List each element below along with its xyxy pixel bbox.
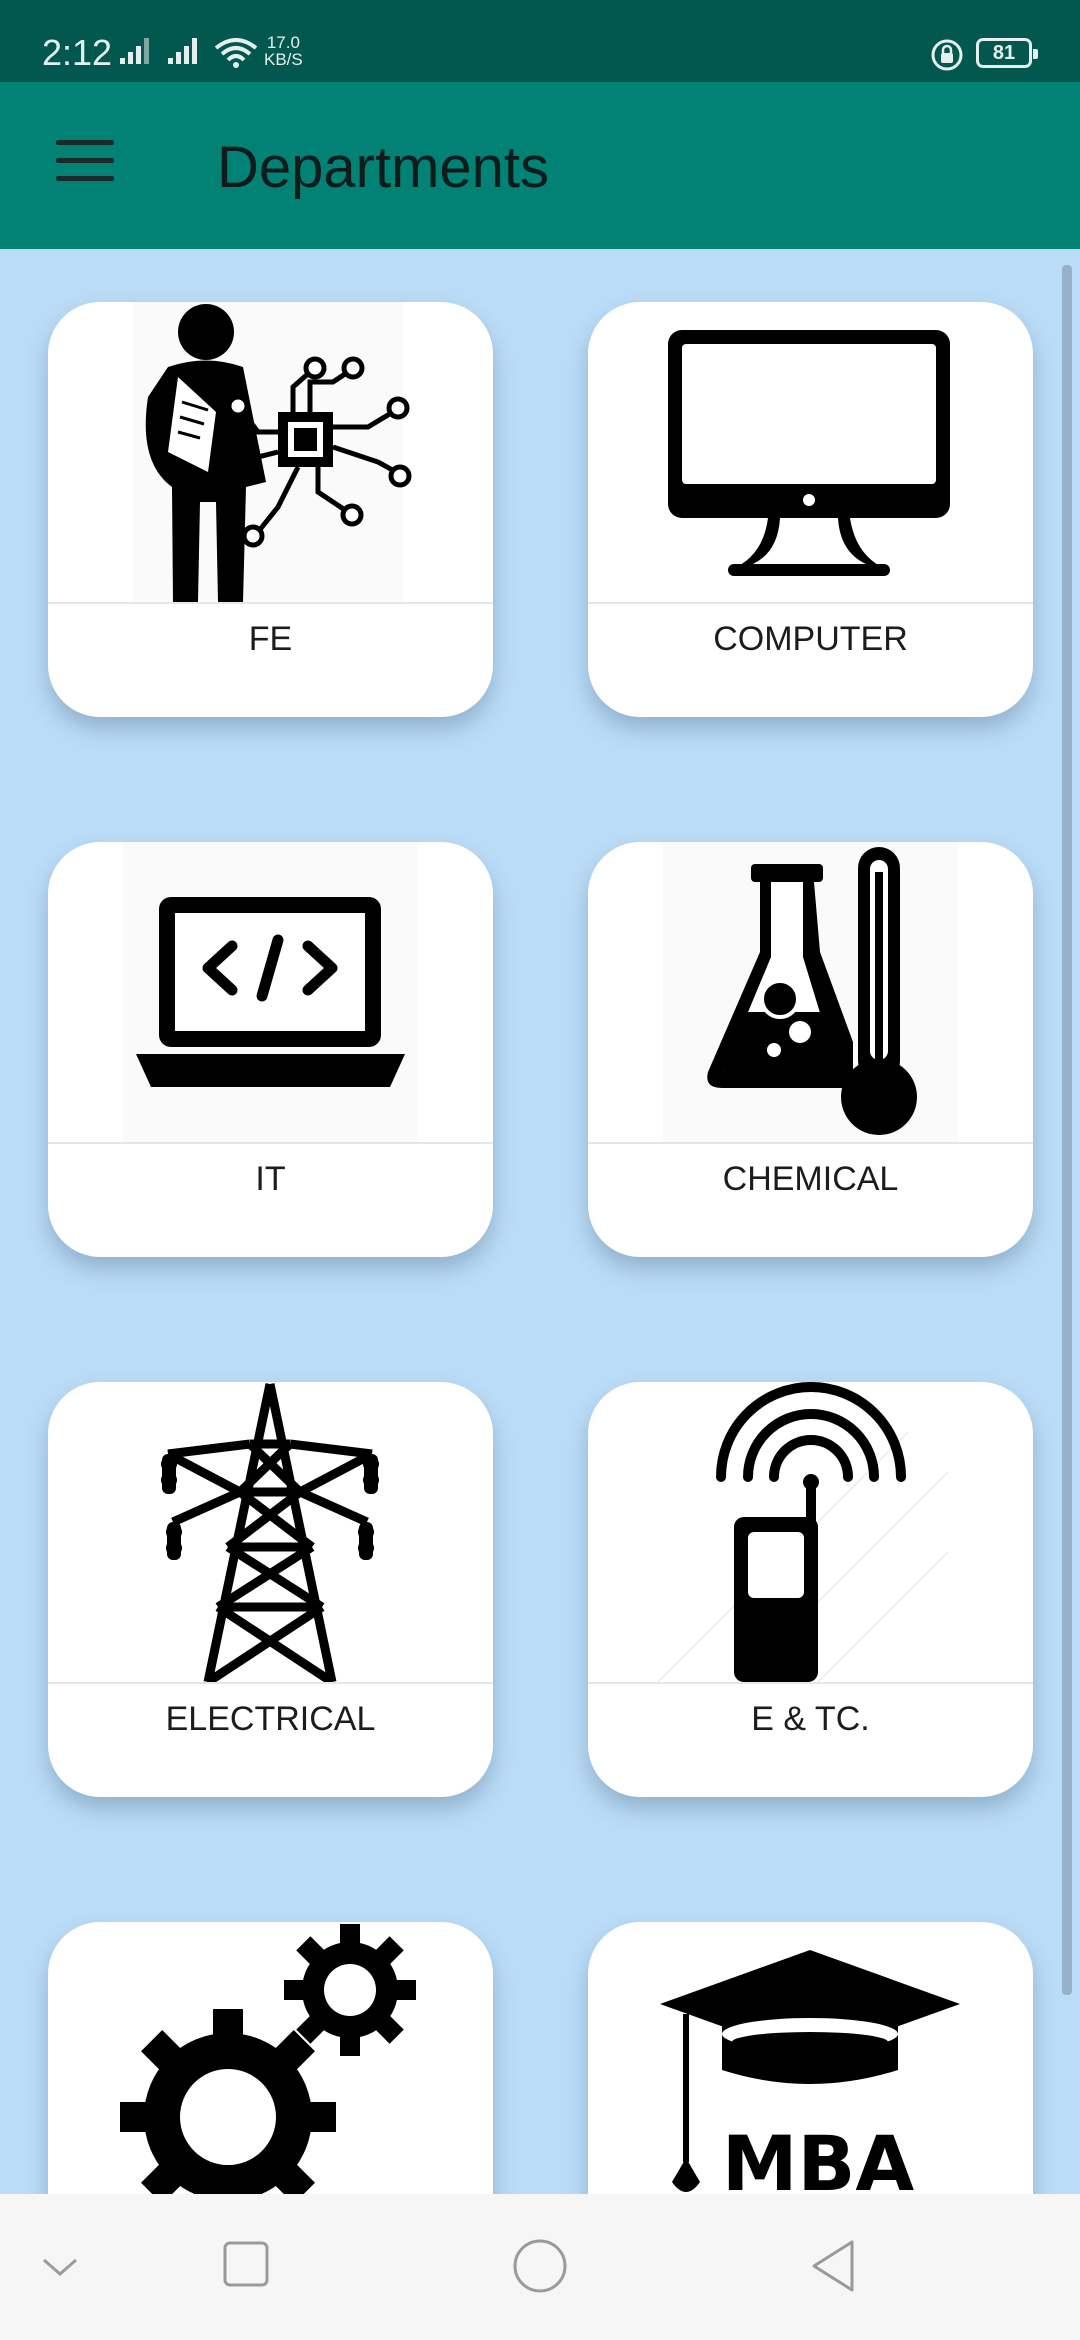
system-nav-bar: [0, 2194, 1080, 2340]
hide-nav-icon[interactable]: [40, 2252, 80, 2282]
department-label: COMPUTER: [713, 620, 908, 658]
laptop-code-icon: [123, 842, 418, 1142]
flask-thermometer-icon: [663, 842, 958, 1142]
mba-logo-text: MBA: [722, 2119, 915, 2194]
department-card-fe[interactable]: FE: [48, 302, 493, 717]
gears-icon: [120, 1924, 416, 2194]
department-label: ELECTRICAL: [165, 1700, 376, 1738]
app-bar: Departments: [0, 82, 1080, 249]
desktop-monitor-icon: [668, 330, 950, 576]
network-speed-unit: KB/S: [264, 50, 303, 69]
back-icon[interactable]: [808, 2238, 858, 2294]
signal-bars-icon: [168, 38, 197, 64]
mba-graduation-cap-icon: MBA: [660, 1950, 960, 2194]
scrollbar[interactable]: [1062, 265, 1072, 1995]
hamburger-menu-icon[interactable]: [40, 140, 130, 200]
wifi-icon: [214, 38, 258, 68]
signal-bars-icon: [120, 38, 149, 64]
departments-grid[interactable]: FE COMPUTER IT CHEMICAL ELECTRICAL E & T…: [0, 249, 1080, 2194]
network-speed-value: 17.0: [266, 33, 300, 52]
department-label: IT: [255, 1160, 286, 1198]
department-card-it[interactable]: IT: [48, 842, 493, 1257]
network-speed: 17.0 KB/S: [264, 34, 303, 68]
status-bar: 2:12 17.0 KB/S 81: [0, 0, 1080, 82]
recents-icon[interactable]: [222, 2240, 270, 2288]
home-icon[interactable]: [512, 2238, 568, 2294]
status-time: 2:12: [42, 32, 113, 73]
mobile-signal-icon: [657, 1382, 949, 1682]
page-title: Departments: [217, 135, 550, 200]
department-card-mba[interactable]: MBA: [588, 1922, 1033, 2194]
department-label: E & TC.: [751, 1700, 870, 1738]
department-card-chemical[interactable]: CHEMICAL: [588, 842, 1033, 1257]
rotation-lock-icon: [931, 39, 963, 71]
department-card-etc[interactable]: E & TC.: [588, 1382, 1033, 1797]
battery-indicator: 81: [976, 38, 1038, 68]
transmission-tower-icon: [161, 1383, 379, 1682]
department-label: CHEMICAL: [722, 1160, 899, 1198]
department-card-electrical[interactable]: ELECTRICAL: [48, 1382, 493, 1797]
department-card-computer[interactable]: COMPUTER: [588, 302, 1033, 717]
department-card-gears[interactable]: [48, 1922, 493, 2194]
student-circuit-icon: [133, 302, 412, 602]
department-label: FE: [248, 620, 293, 658]
